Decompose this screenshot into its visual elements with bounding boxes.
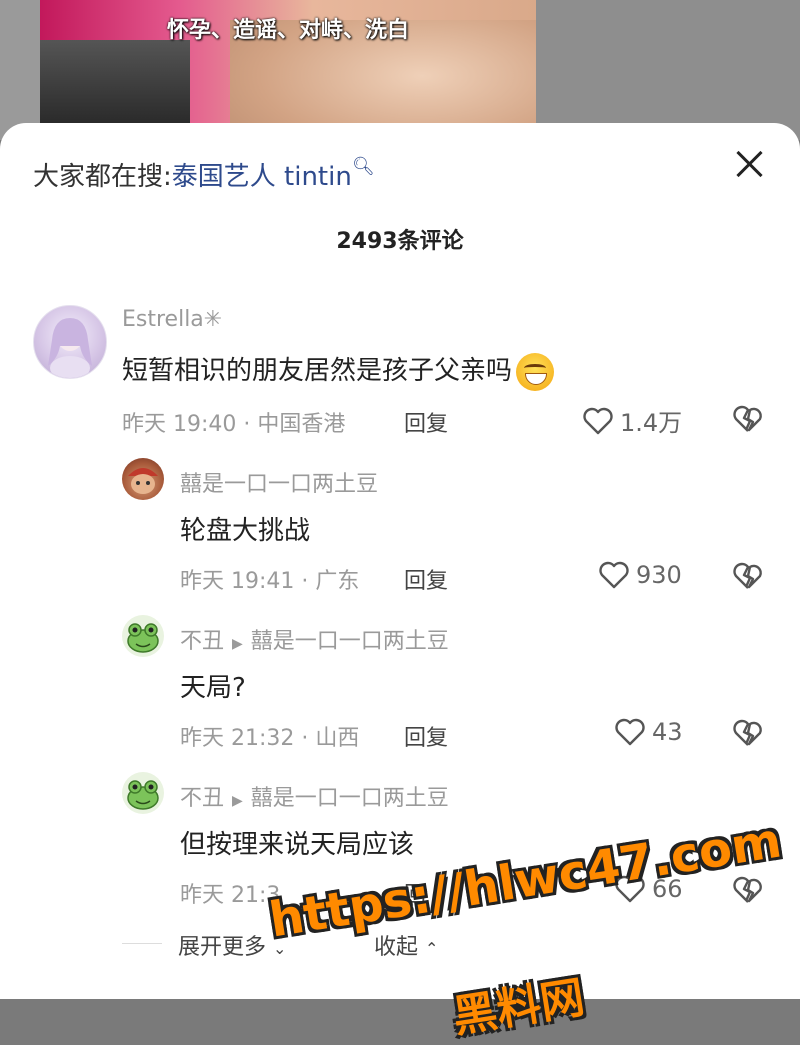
author-name[interactable]: 不丑 [180,786,224,811]
expand-more-label: 展开更多 [178,935,267,960]
comment-count: 2493条评论 [336,229,464,254]
comment-text: 但按理来说天局应该 [180,830,415,860]
video-side-left [0,0,40,140]
avatar[interactable] [122,772,164,814]
grin-emoji-icon [516,352,555,391]
avatar-illustration [128,468,158,494]
avatar[interactable] [33,305,107,379]
trending-search[interactable]: 大家都在搜:泰国艺人 tintin🔍︎ [33,156,375,193]
heart-icon [583,407,613,434]
comment-author: 不丑 ▶ 囍是一口一口两土豆 [180,780,449,812]
like-count: 930 [636,561,682,589]
trending-search-prefix: 大家都在搜: [33,162,172,192]
watermark-brand: 黑料网 [449,971,588,1043]
avatar[interactable] [122,615,164,657]
close-icon[interactable] [732,147,766,181]
reply-to-name[interactable]: 囍是一口一口两土豆 [251,629,449,654]
comment-meta: 昨天 19:40 · 中国香港 [122,412,346,437]
like-count: 43 [652,718,683,746]
reply-button[interactable]: 回复 [404,406,448,438]
like-button[interactable]: 930 [598,560,682,590]
broken-heart-icon[interactable] [732,875,764,905]
like-button[interactable]: 1.4万 [582,403,682,438]
search-icon: 🔍︎ [351,156,375,177]
collapse-label: 收起 [374,935,419,960]
divider [122,943,162,944]
video-side-right [536,0,800,140]
comment-author: 不丑 ▶ 囍是一口一口两土豆 [180,623,449,655]
frog-avatar-icon [127,623,159,653]
avatar[interactable] [122,458,164,500]
comment-meta: 昨天 21:32 · 山西 [180,726,360,751]
comment-sheet: 大家都在搜:泰国艺人 tintin🔍︎ 2493条评论 Estrella✳ 短暂… [0,123,800,1043]
reply-arrow-icon: ▶ [232,793,243,809]
author-name[interactable]: 不丑 [180,629,224,654]
broken-heart-icon[interactable] [732,718,764,748]
comment-text-content: 短暂相识的朋友居然是孩子父亲吗 [122,356,513,386]
comment-text: 天局? [180,673,246,703]
comment-meta: 昨天 19:41 · 广东 [180,569,360,594]
collapse-button[interactable]: 收起 ⌃ [374,929,438,961]
heart-icon [615,718,645,746]
reply-arrow-icon: ▶ [232,636,243,652]
reply-button[interactable]: 回复 [404,563,448,595]
video-player[interactable]: 怀孕、造谣、对峙、洗白 [40,0,536,140]
comment-author[interactable]: Estrella✳ [122,307,222,332]
like-button[interactable]: 43 [614,717,683,747]
like-count: 1.4万 [620,409,683,437]
comment-author[interactable]: 囍是一口一口两土豆 [180,466,378,498]
reply-button[interactable]: 回复 [404,720,448,752]
heart-icon [599,561,629,589]
broken-heart-icon[interactable] [732,404,764,434]
frog-avatar-icon [127,780,159,810]
broken-heart-icon[interactable] [732,561,764,591]
trending-search-keyword[interactable]: 泰国艺人 tintin [172,162,352,192]
reply-to-name[interactable]: 囍是一口一口两土豆 [251,786,449,811]
video-caption: 怀孕、造谣、对峙、洗白 [166,18,409,43]
comment-text: 轮盘大挑战 [180,516,311,546]
expand-more-button[interactable]: 展开更多 ⌄ [178,929,286,961]
chevron-up-icon: ⌃ [425,939,439,958]
avatar-illustration [48,318,92,378]
comment-text: 短暂相识的朋友居然是孩子父亲吗 [122,350,555,391]
